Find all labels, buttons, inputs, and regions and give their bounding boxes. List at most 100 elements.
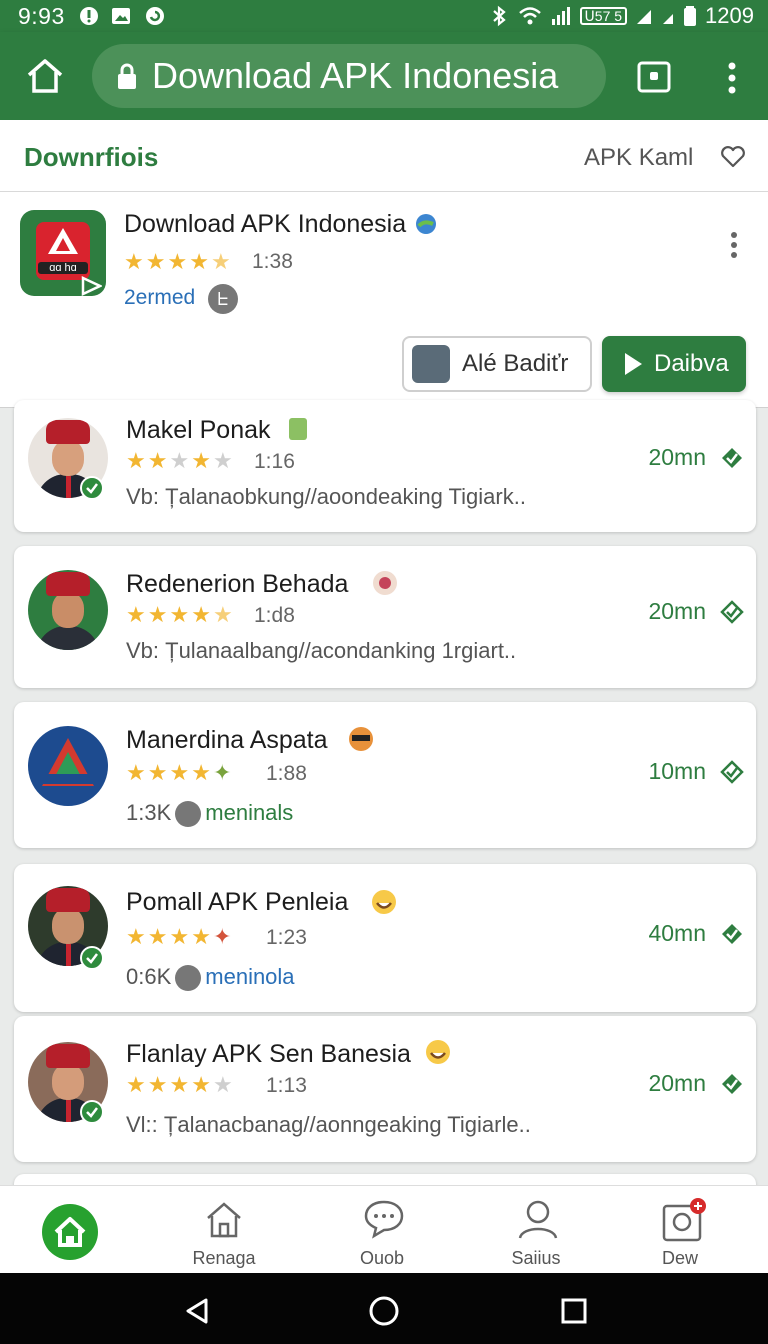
verified-icon [80,946,104,970]
signal-tiny-icon [663,14,674,24]
play-badge-icon [81,276,102,296]
nav-label: Ouob [359,1248,405,1268]
home-icon [54,1217,86,1247]
download-button[interactable]: Daibva [602,336,746,392]
home-icon[interactable] [24,56,66,96]
list-item[interactable]: Flanlay APK Sen Banesia ★ ★ ★ ★ ★ 1:13 Vl:: … [14,1016,756,1162]
item-meta: 0:6K meninola [126,964,295,992]
item-stars: ★ ★ ★ ★ ✦ [126,924,232,949]
item-count: 1:3K [126,800,172,825]
status-bar: 9:93 ᑌ57 5 1209 [0,0,768,32]
item-name: Manerdina Aspata [126,726,328,754]
download-icon[interactable] [720,1072,744,1096]
item-rating: 1:23 [266,926,307,949]
app-screen: 9:93 ᑌ57 5 1209 Download APK Indonesia D… [0,0,768,1344]
item-meta: 1:3K meninals [126,800,293,828]
featured-more-icon[interactable] [724,230,744,260]
nav-label: Dew [661,1248,698,1268]
heart-icon[interactable] [720,146,746,168]
item-rating: 1:13 [266,1074,307,1097]
nav-label: Renaga [192,1248,256,1268]
bottom-navigation: Renaga Ouob Saiius Dew [0,1185,768,1273]
nav-tab-2[interactable]: Renaga [174,1186,274,1274]
item-name: Redenerion Behada [126,570,349,598]
emoji-icon [372,890,396,914]
nav-tab-3[interactable]: Ouob [332,1186,432,1274]
section-filter-label[interactable]: APK Kaml [584,144,693,172]
featured-link-badge: ᖶ [208,284,238,314]
featured-link[interactable]: 2ermed [124,286,195,310]
home-circle-icon[interactable] [368,1295,400,1327]
item-meta: Vb: Țulanaalbang//acondanking 1rgiart.. [126,638,517,663]
item-name: Flanlay APK Sen Banesia [126,1040,411,1068]
item-rating: 1:88 [266,762,307,785]
list-item[interactable]: Makel Ponak ★ ★ ★ ★ ★ 1:16 Vb: Țalanaobkung/… [14,400,756,532]
item-tag-link[interactable]: meninola [205,964,294,989]
alert-icon [80,7,98,25]
emoji-icon [426,1040,450,1064]
secondary-action-label: Alé Badiťr [462,350,569,377]
item-duration: 20mn [648,1070,706,1096]
battery-icon [684,6,697,26]
featured-rating: 1:38 [252,250,293,273]
item-tag-link[interactable]: meninals [205,800,293,825]
recents-icon[interactable] [560,1297,588,1325]
item-rating: 1:d8 [254,604,295,627]
verified-icon [80,476,104,500]
nav-home[interactable] [42,1204,98,1260]
notification-icon [662,1198,706,1242]
bluetooth-icon [492,5,506,27]
list-item[interactable]: Pomall APK Penleia ★ ★ ★ ★ ✦ 1:23 0:6K menino… [14,864,756,1012]
list-item[interactable]: Redenerion Behada ★ ★ ★ ★ ★ 1:d8 Vb: Țulanaa… [14,546,756,688]
lock-icon [118,63,136,89]
emoji-icon [289,418,307,440]
signal-small-icon [637,10,652,24]
tab-switcher-icon[interactable] [636,60,672,94]
refresh-icon [146,7,164,25]
nav-tab-4[interactable]: Saiius [486,1186,586,1274]
app-icon-label: ɑɑ hɑ [38,262,88,274]
download-icon[interactable] [720,760,744,784]
item-meta: Vb: Țalanaobkung//aoondeaking Tigiark.. [126,484,526,509]
status-clock-right: 1209 [705,3,754,28]
nav-tab-5[interactable]: Dew [630,1186,730,1274]
featured-title: Download APK Indonesia [124,210,407,238]
item-stars: ★ ★ ★ ★ ★ [126,448,233,473]
back-icon[interactable] [184,1297,210,1325]
nav-label: Saiius [511,1248,561,1268]
logo-a-icon [38,738,98,786]
emoji-icon [349,727,373,751]
more-vert-icon[interactable] [722,60,742,96]
item-stars: ★ ★ ★ ★ ★ [126,1072,233,1097]
url-bar[interactable]: Download APK Indonesia [92,44,606,108]
list-item[interactable]: Manerdina Aspata ★ ★ ★ ★ ✦ 1:88 1:3K meninals… [14,702,756,848]
wifi-icon [518,7,541,25]
download-icon[interactable] [720,922,744,946]
avatar [28,570,108,650]
item-stars: ★ ★ ★ ★ ✦ [126,760,232,785]
section-header: Downrfiois APK Kaml [0,120,768,192]
url-title: Download APK Indonesia [152,55,559,96]
item-duration: 20mn [648,598,706,624]
item-meta: Vl:: Țalanacbanag//aonngeaking Tigiarle.… [126,1112,531,1137]
globe-emoji-icon [416,214,436,234]
item-duration: 20mn [648,444,706,470]
featured-stars: ★ ★ ★ ★ ★ [124,249,231,274]
house-icon [207,1202,241,1238]
item-name: Makel Ponak [126,416,271,444]
item-duration: 10mn [648,758,706,784]
item-stars: ★ ★ ★ ★ ★ [126,602,233,627]
item-count: 0:6K [126,964,172,989]
profile-icon [518,1200,558,1239]
download-icon[interactable] [720,600,744,624]
avatar [28,726,108,806]
item-tag-icon [175,801,202,828]
system-navigation-bar [0,1273,768,1344]
secondary-action-button[interactable]: Alé Badiťr [402,336,592,392]
item-tag-icon [175,965,202,992]
download-button-label: Daibva [654,350,729,377]
section-title: Downrfiois [24,142,159,172]
download-icon[interactable] [720,446,744,470]
browser-toolbar: Download APK Indonesia [0,32,768,120]
battery-indicator: ᑌ57 5 [579,7,628,25]
